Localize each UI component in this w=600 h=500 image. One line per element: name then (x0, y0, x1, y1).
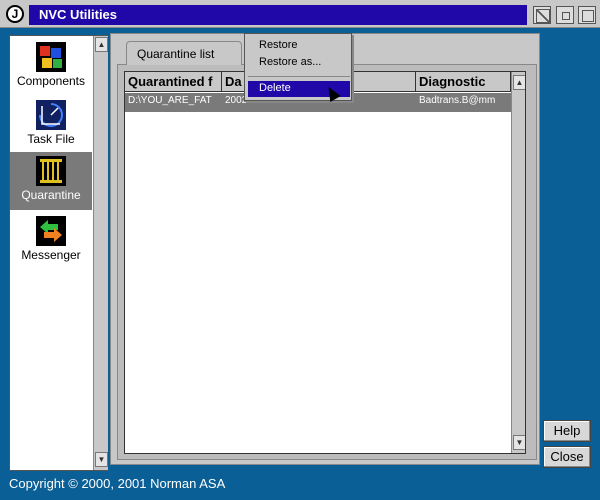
app-icon[interactable]: J (6, 5, 24, 23)
scroll-down-button[interactable]: ▼ (95, 452, 108, 467)
tab-quarantine-list[interactable]: Quarantine list (126, 41, 242, 65)
quarantine-table: Quarantined f Da Diagnostic D:\YOU_ARE_F… (124, 71, 526, 454)
tab-label: Quarantine list (137, 47, 215, 61)
scroll-down-button[interactable]: ▼ (513, 435, 525, 450)
minimize-button[interactable] (556, 6, 574, 24)
cell-file: D:\YOU_ARE_FAT (128, 95, 212, 106)
cell-diagnostic: Badtrans.B@mm (419, 95, 496, 106)
copyright-text: Copyright © 2000, 2001 Norman ASA (9, 476, 226, 491)
menu-separator (248, 76, 350, 77)
title-bar-fill[interactable]: NVC Utilities (29, 5, 527, 25)
menu-item-restore[interactable]: Restore (248, 38, 350, 54)
table-scrollbar[interactable]: ▲ ▼ (511, 72, 525, 453)
task-file-icon (36, 100, 66, 130)
close-button[interactable]: Close (543, 446, 591, 468)
components-icon (36, 42, 66, 72)
sidebar-item-label: Messenger (21, 248, 81, 262)
scroll-up-button[interactable]: ▲ (95, 37, 108, 52)
title-bar: J NVC Utilities (0, 0, 600, 28)
sidebar-item-label: Task File (27, 132, 75, 146)
sidebar-item-messenger[interactable]: Messenger (10, 212, 92, 270)
sidebar: Components Task File Quarantine Messenge… (9, 35, 108, 471)
menu-item-restore-as[interactable]: Restore as... (248, 55, 350, 71)
sidebar-item-task-file[interactable]: Task File (10, 96, 92, 154)
shade-button[interactable] (533, 6, 551, 24)
quarantine-icon (36, 156, 66, 186)
sidebar-scrollbar[interactable]: ▲ ▼ (93, 36, 108, 470)
maximize-button[interactable] (578, 6, 596, 24)
messenger-icon (36, 216, 66, 246)
window-title: NVC Utilities (39, 7, 118, 22)
sidebar-item-components[interactable]: Components (10, 38, 92, 96)
sidebar-item-label: Quarantine (21, 188, 81, 202)
sidebar-item-quarantine[interactable]: Quarantine (10, 152, 92, 210)
column-header-quarantined-file[interactable]: Quarantined f (125, 72, 222, 92)
scroll-up-button[interactable]: ▲ (513, 75, 525, 90)
help-button[interactable]: Help (543, 420, 591, 442)
column-header-diagnostic[interactable]: Diagnostic (416, 72, 511, 92)
sidebar-item-label: Components (16, 74, 86, 88)
